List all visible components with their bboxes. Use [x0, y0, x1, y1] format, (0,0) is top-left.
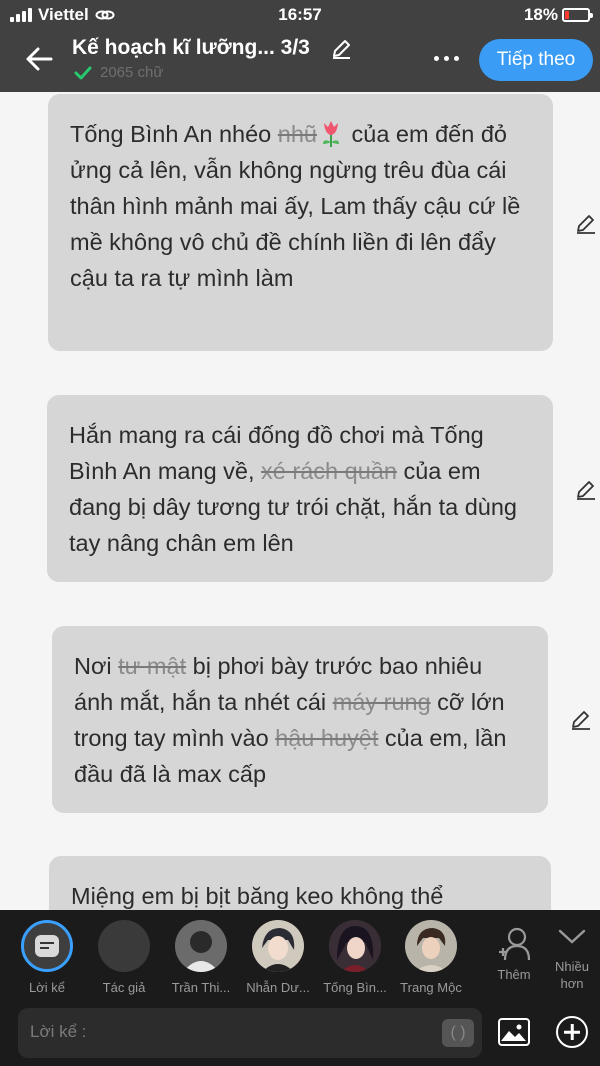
- character-narrator[interactable]: Lời kể: [9, 920, 85, 995]
- edit-paragraph-icon[interactable]: [574, 212, 598, 236]
- battery-percent: 18%: [523, 5, 558, 24]
- censored-text: hậu huyệt: [275, 725, 379, 751]
- more-options-icon[interactable]: [434, 56, 459, 61]
- paragraph-text: Nơi: [74, 653, 119, 679]
- censored-text: tư mật: [118, 653, 187, 679]
- character-tong-binh[interactable]: Tống Bìn...: [317, 920, 393, 995]
- edit-paragraph-icon[interactable]: [569, 708, 593, 732]
- character-name: Lời kể: [29, 980, 65, 995]
- word-count-text: 2065 chữ: [100, 64, 164, 81]
- avatar: [252, 920, 304, 972]
- censored-text: xé rách quần: [261, 458, 397, 484]
- expand-characters-button[interactable]: Nhiều hơn: [548, 926, 596, 992]
- battery-status: 18%: [523, 5, 593, 25]
- censored-text: nhũ: [277, 121, 317, 147]
- paragraph-bubble[interactable]: Tống Bình An nhéo nhũ của em đến đỏ ửng …: [48, 94, 553, 351]
- pencil-icon[interactable]: [330, 38, 352, 60]
- narration-placeholder: Lời kể :: [30, 1022, 87, 1041]
- expand-label-line2: hơn: [560, 976, 584, 991]
- paragraph-text: Tống Bình An nhéo: [70, 121, 278, 147]
- composer-panel: Lời kể Tác giả Trần Thi... Nhẫn Dư... Tố…: [0, 910, 600, 1066]
- next-button[interactable]: Tiếp theo: [479, 39, 593, 81]
- avatar: [175, 920, 227, 972]
- story-content[interactable]: Tống Bình An nhéo nhũ của em đến đỏ ửng …: [0, 92, 600, 910]
- back-arrow-icon[interactable]: [24, 44, 54, 74]
- battery-icon: [562, 8, 593, 22]
- paragraph-bubble[interactable]: Hắn mang ra cái đống đồ chơi mà Tống Bìn…: [47, 395, 553, 582]
- narrator-avatar: [21, 920, 73, 972]
- status-bar: Viettel 16:57 18%: [0, 0, 600, 30]
- word-count: 2065 chữ: [74, 64, 163, 81]
- narrator-icon: [35, 935, 59, 957]
- narration-input[interactable]: Lời kể : ( ): [18, 1008, 482, 1058]
- chevron-down-icon: [558, 929, 586, 944]
- paragraph-bubble[interactable]: Nơi tư mật bị phơi bày trước bao nhiêu á…: [52, 626, 548, 813]
- censored-text: máy rung: [332, 689, 431, 715]
- character-name: Tống Bìn...: [323, 980, 387, 995]
- tulip-icon: [317, 121, 345, 147]
- edit-paragraph-icon[interactable]: [574, 478, 598, 502]
- paragraph-text: Miệng em bị bịt băng keo không thể: [71, 883, 444, 909]
- character-name: Trang Mộc: [400, 980, 462, 995]
- character-nhan-du[interactable]: Nhẫn Dư...: [240, 920, 316, 995]
- avatar: [98, 920, 150, 972]
- image-icon[interactable]: [498, 1018, 530, 1046]
- chapter-title[interactable]: Kế hoạch kĩ lưỡng... 3/3: [72, 36, 310, 60]
- expand-label-line1: Nhiều: [555, 959, 589, 974]
- add-character-label: Thêm: [497, 967, 531, 982]
- add-character-button[interactable]: Thêm: [490, 926, 538, 983]
- top-bar: Viettel 16:57 18% Kế hoạch kĩ lưỡng... 3…: [0, 0, 600, 92]
- avatar: [405, 920, 457, 972]
- add-person-icon: [499, 927, 531, 961]
- paragraph-bubble[interactable]: Miệng em bị bịt băng keo không thể: [49, 856, 551, 910]
- character-name: Tác giả: [102, 980, 146, 995]
- add-circle-icon[interactable]: [556, 1016, 588, 1048]
- character-author[interactable]: Tác giả: [86, 920, 162, 995]
- character-name: Trần Thi...: [171, 980, 231, 995]
- check-icon: [74, 66, 92, 79]
- character-name: Nhẫn Dư...: [246, 980, 310, 995]
- parenthesis-button[interactable]: ( ): [442, 1019, 474, 1047]
- clock: 16:57: [278, 5, 322, 24]
- character-tran-thi[interactable]: Trần Thi...: [163, 920, 239, 995]
- avatar: [329, 920, 381, 972]
- character-trang-moc[interactable]: Trang Mộc: [393, 920, 469, 995]
